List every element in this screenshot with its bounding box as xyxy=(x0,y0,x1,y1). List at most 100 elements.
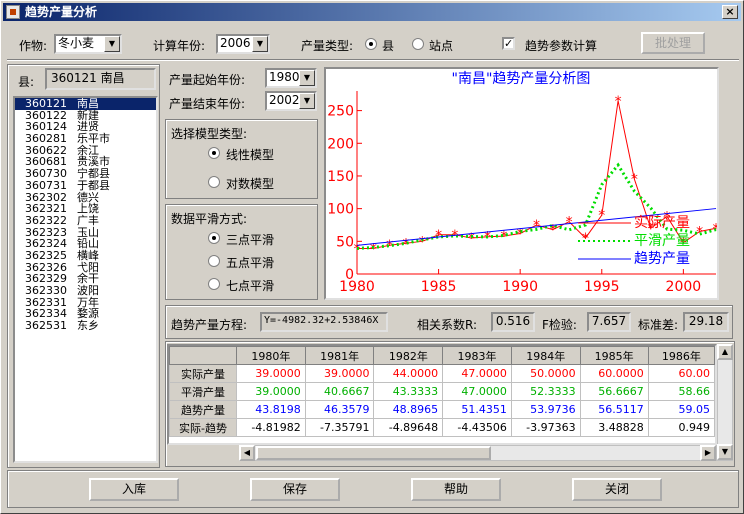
table-column-header[interactable]: 1986年 xyxy=(647,346,715,365)
table-row-header: 实际产量 xyxy=(169,364,238,383)
data-point: * xyxy=(533,218,540,234)
table-cell[interactable]: 47.0000 xyxy=(442,382,512,401)
end-year-value: 2002 xyxy=(269,93,300,107)
x-tick-label: 2000 xyxy=(666,279,702,295)
start-year-select[interactable]: 1980 ▼ xyxy=(265,68,317,88)
x-tick-label: 1990 xyxy=(502,279,538,295)
model-linear-radio[interactable] xyxy=(208,147,220,159)
type-station-radio[interactable] xyxy=(412,38,424,50)
table-row[interactable]: 趋势产量 43.8198 46.3579 48.8965 51.4351 53.9736 5… xyxy=(169,400,715,419)
scroll-down-icon[interactable]: ▼ xyxy=(717,444,733,460)
table-cell[interactable]: 56.6667 xyxy=(579,382,649,401)
list-item[interactable]: 362531 东乡 xyxy=(15,320,156,332)
county-code: 360731 xyxy=(25,178,67,192)
x-tick-label: 1980 xyxy=(339,279,375,295)
table-cell[interactable]: 60.0000 xyxy=(579,364,649,383)
table-cell[interactable]: -4.89648 xyxy=(373,418,444,437)
type-county-radio[interactable] xyxy=(365,38,377,50)
table-cell[interactable]: 60.00 xyxy=(647,364,715,383)
table-corner xyxy=(169,346,238,365)
save-button[interactable]: 保存 xyxy=(250,478,340,501)
table-cell[interactable]: -3.97363 xyxy=(510,418,581,437)
county-code: 362330 xyxy=(25,284,67,297)
model-log-label: 对数模型 xyxy=(226,177,275,191)
type-station-label: 站点 xyxy=(429,39,454,53)
data-table[interactable]: 1980年 1981年 1982年 1983年 1984年 1985年 1986年 实际产量 3… xyxy=(167,344,717,445)
table-cell[interactable]: 3.48828 xyxy=(579,418,649,437)
smooth-5-radio[interactable] xyxy=(208,255,220,267)
table-column-header[interactable]: 1982年 xyxy=(373,346,444,365)
chevron-down-icon[interactable]: ▼ xyxy=(299,70,315,86)
table-cell[interactable]: 39.0000 xyxy=(236,382,306,401)
table-cell[interactable]: 56.5117 xyxy=(579,400,649,419)
smooth-3-radio[interactable] xyxy=(208,232,220,244)
scroll-right-icon[interactable]: ▶ xyxy=(700,445,716,461)
county-list[interactable]: 360121 南昌 360122 新建 360124 进贤 360281 乐平市 360622 余… xyxy=(13,96,158,463)
trend-chart-svg: "南昌"趋势产量分析图0501001502002501980 1985 1990 19… xyxy=(327,71,719,295)
data-point: * xyxy=(582,231,589,247)
vertical-scrollbar[interactable]: ▲ ▼ xyxy=(717,344,733,461)
table-row[interactable]: 实际产量 39.0000 39.0000 44.0000 47.0000 50.0000 6… xyxy=(169,364,715,383)
scroll-up-icon[interactable]: ▲ xyxy=(717,344,733,360)
table-cell[interactable]: 44.0000 xyxy=(373,364,444,383)
table-cell[interactable]: 53.9736 xyxy=(510,400,581,419)
trend-param-label: 趋势参数计算 xyxy=(525,39,598,53)
close-window-button[interactable]: × xyxy=(722,5,738,19)
table-cell[interactable]: 47.0000 xyxy=(442,364,512,383)
trend-param-checkbox[interactable]: ✓ xyxy=(502,37,515,50)
f-value: 7.657 xyxy=(587,312,631,332)
end-year-select[interactable]: 2002 ▼ xyxy=(265,91,317,111)
table-cell[interactable]: 46.3579 xyxy=(304,400,375,419)
close-button[interactable]: 关闭 xyxy=(572,478,662,501)
smooth-5-label: 五点平滑 xyxy=(226,256,275,270)
table-row[interactable]: 平滑产量 39.0000 40.6667 43.3333 47.0000 52.3333 5… xyxy=(169,382,715,401)
horizontal-scrollbar[interactable]: ◀ ▶ xyxy=(239,445,717,461)
table-cell[interactable]: -4.81982 xyxy=(236,418,306,437)
trend-chart: "南昌"趋势产量分析图 0 50 100 150 200 250 1980 1985 1990 19… xyxy=(324,67,720,300)
county-code: 362325 xyxy=(25,248,67,262)
table-cell[interactable]: 58.66 xyxy=(647,382,715,401)
table-column-header[interactable]: 1983年 xyxy=(442,346,512,365)
batch-button[interactable]: 批处理 xyxy=(641,32,705,54)
start-year-label: 产量起始年份: xyxy=(169,73,246,87)
table-cell[interactable]: 43.8198 xyxy=(236,400,306,419)
table-cell[interactable]: -4.43506 xyxy=(442,418,512,437)
table-cell[interactable]: 52.3333 xyxy=(510,382,581,401)
scroll-left-icon[interactable]: ◀ xyxy=(239,445,255,461)
table-column-header[interactable]: 1980年 xyxy=(236,346,306,365)
chevron-down-icon[interactable]: ▼ xyxy=(104,36,120,52)
crop-select[interactable]: 冬小麦 ▼ xyxy=(54,34,122,54)
table-cell[interactable]: 50.0000 xyxy=(510,364,581,383)
smooth-7-label: 七点平滑 xyxy=(226,279,275,293)
table-column-header[interactable]: 1985年 xyxy=(579,346,649,365)
help-button[interactable]: 帮助 xyxy=(411,478,501,501)
app-icon xyxy=(6,5,20,19)
smooth-7-radio[interactable] xyxy=(208,278,220,290)
table-cell[interactable]: 48.8965 xyxy=(373,400,444,419)
table-cell[interactable]: 39.0000 xyxy=(236,364,306,383)
county-code: 360121 xyxy=(25,97,67,110)
type-label: 产量类型: xyxy=(301,39,354,53)
table-cell[interactable]: 43.3333 xyxy=(373,382,444,401)
type-county-label: 县 xyxy=(382,39,395,53)
county-name: 东乡 xyxy=(77,319,99,333)
table-cell[interactable]: 59.05 xyxy=(647,400,715,419)
table-cell[interactable]: 0.949 xyxy=(647,418,715,437)
chevron-down-icon[interactable]: ▼ xyxy=(299,93,315,109)
save-db-button[interactable]: 入库 xyxy=(89,478,179,501)
table-column-header[interactable]: 1984年 xyxy=(510,346,581,365)
r-value: 0.516 xyxy=(491,312,535,332)
scroll-thumb[interactable] xyxy=(256,446,491,460)
table-row[interactable]: 实际-趋势 -4.81982 -7.35791 -4.89648 -4.43506 -3.… xyxy=(169,418,715,437)
year-label: 计算年份: xyxy=(153,39,206,53)
table-cell[interactable]: 39.0000 xyxy=(304,364,375,383)
table-cell[interactable]: -7.35791 xyxy=(304,418,375,437)
chevron-down-icon[interactable]: ▼ xyxy=(252,36,268,52)
county-current: 360121 南昌 xyxy=(45,68,156,90)
table-cell[interactable]: 51.4351 xyxy=(442,400,512,419)
table-column-header[interactable]: 1981年 xyxy=(304,346,375,365)
model-log-radio[interactable] xyxy=(208,176,220,188)
table-cell[interactable]: 40.6667 xyxy=(304,382,375,401)
year-select[interactable]: 2006 ▼ xyxy=(216,34,270,54)
y-tick-label: 50 xyxy=(336,234,354,250)
